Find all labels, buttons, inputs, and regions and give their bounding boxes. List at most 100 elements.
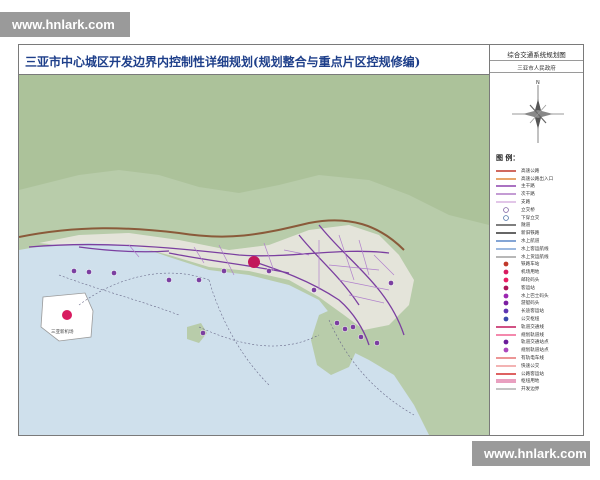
legend-item: 隧道 [494,222,582,230]
watermark-bottom: www.hnlark.com [472,441,590,466]
legend-symbol-icon [494,355,518,361]
legend-label: 水上巴士码头 [521,293,549,299]
legend-symbol-icon [494,207,518,213]
legend-label: 立交桥 [521,207,535,213]
legend-item: 立交桥 [494,206,582,214]
legend-item: 水上客运航线 [494,245,582,253]
legend-label: 公交枢纽 [521,317,540,323]
legend-symbol-icon [494,371,518,377]
legend-item: 水上航道 [494,237,582,245]
screenshot: www.hnlark.com 三亚市中心城区开发边界内控制性详细规划(规划整合与… [0,0,600,480]
map-title: 三亚市中心城区开发边界内控制性详细规划(规划整合与重点片区控规修编) [19,45,489,75]
compass-rose-icon: N [512,80,564,143]
legend-item: 高速公路 [494,167,582,175]
legend-symbol-icon [494,269,518,275]
legend-symbol-icon [494,339,518,345]
legend-label: 水上航道 [521,239,540,245]
legend-label: 水上客运航线 [521,246,549,252]
new-airport-marker [62,310,72,320]
transit-marker [166,277,172,283]
legend-symbol-icon [494,168,518,174]
legend-label: 开发边界 [521,387,540,393]
legend-item: 枢纽用地 [494,378,582,386]
legend-label: 邮轮码头 [521,278,540,284]
transit-marker [111,270,117,276]
legend-symbol-icon [494,316,518,322]
legend-label: 下穿立交 [521,215,540,221]
legend-title: 图 例： [496,154,520,162]
legend-label: 隧道 [521,223,531,229]
legend-symbol-icon [494,324,518,330]
legend-label: 铁路车站 [521,262,540,268]
legend-item: 支路 [494,198,582,206]
legend-label: 规划轨道站点 [521,348,549,354]
legend-item: 水上巴士码头 [494,292,582,300]
airport-label: 三亚新机场 [51,328,74,335]
legend-symbol-icon [494,300,518,306]
legend-item: 新旧铁路 [494,229,582,237]
legend-subheading: 三亚市人民政府 [490,61,583,73]
legend-symbol-icon [494,378,518,384]
legend-item: 水上货运航线 [494,253,582,261]
legend-symbol-icon [494,293,518,299]
legend-symbol-icon [494,261,518,267]
legend-label: 公路客运站 [521,371,544,377]
legend-symbol-icon [494,254,518,260]
legend-item: 规划轨道站点 [494,346,582,354]
transit-marker [374,340,380,346]
legend-symbol-icon [494,332,518,338]
transit-marker [350,324,356,330]
legend-label: 轨道交通站点 [521,340,549,346]
legend-symbol-icon [494,363,518,369]
legend-symbol-icon [494,308,518,314]
legend-symbol-icon [494,214,518,221]
legend-item: 客运站 [494,284,582,292]
legend-item: 次干路 [494,190,582,198]
legend-label: 次干路 [521,192,535,198]
legend-item: 邮轮码头 [494,276,582,284]
legend-symbol-icon [494,347,518,353]
transit-marker [86,269,92,275]
legend-symbol-icon [494,285,518,291]
svg-text:N: N [536,80,540,86]
legend-label: 有轨电车线 [521,356,544,362]
transit-marker [311,287,317,293]
legend-list: 高速公路 高速公路出入口 主干路次干路 支路 立交桥下穿立交隧道新旧铁路水上航道 水上客运… [494,167,582,393]
legend-item: 快速公交 [494,362,582,370]
legend-symbol-icon [494,246,518,252]
legend-label: 长途客运站 [521,309,544,315]
legend-heading: 综合交通系统规划图 [490,45,583,61]
airport-hub-marker [248,256,260,268]
legend-symbol-icon [494,277,518,283]
legend-symbol-icon [494,183,518,189]
legend-label: 新旧铁路 [521,231,540,237]
watermark-top: www.hnlark.com [0,12,130,37]
legend-item: 规划轨道线 [494,331,582,339]
transit-marker [342,326,348,332]
transit-marker [196,277,202,283]
legend-item: 机场用地 [494,268,582,276]
map-svg: 三亚新机场 [18,75,489,435]
legend-label: 客运站 [521,285,535,291]
legend-label: 机场用地 [521,270,540,276]
legend-item: 高速公路出入口 [494,175,582,183]
legend-item: 铁路车站 [494,261,582,269]
planning-map-sheet: 三亚市中心城区开发边界内控制性详细规划(规划整合与重点片区控规修编) 三亚新机场… [18,44,584,436]
map-canvas[interactable]: 三亚新机场 [18,75,489,435]
legend-item: 有轨电车线 [494,354,582,362]
legend-item: 开发边界 [494,385,582,393]
legend-symbol-icon [494,176,518,182]
transit-marker [266,268,272,274]
legend-label: 主干路 [521,184,535,190]
transit-marker [334,320,340,326]
legend-label: 高速公路 [521,168,540,174]
legend-item: 轨道交通站点 [494,339,582,347]
legend-label: 快速公交 [521,363,540,369]
legend-symbol-icon [494,230,518,236]
legend-panel: 综合交通系统规划图 三亚市人民政府 N 图 例： 高速公路 高速公路出入口 主干路次… [489,45,583,435]
legend-symbol-icon [494,222,518,228]
legend-symbol-icon [494,238,518,244]
legend-item: 游艇码头 [494,300,582,308]
legend-label: 枢纽用地 [521,379,540,385]
legend-symbol-icon [494,191,518,197]
